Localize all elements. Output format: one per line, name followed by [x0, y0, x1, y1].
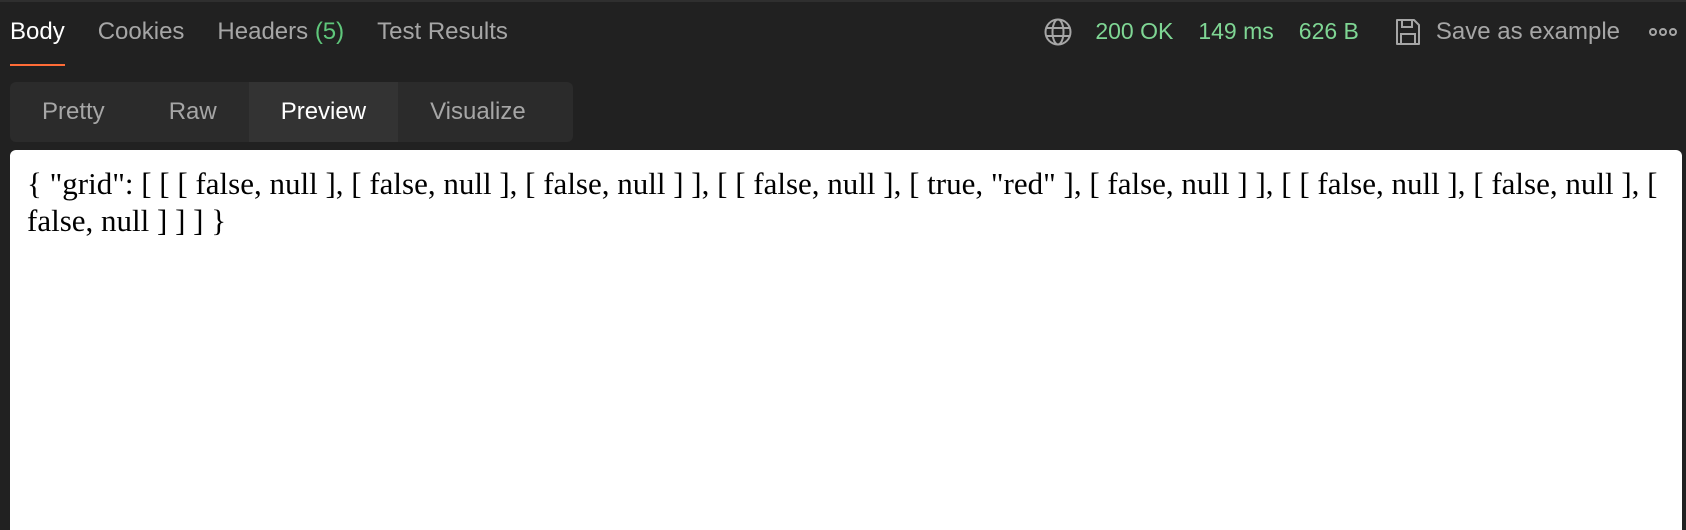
response-size[interactable]: 626 B: [1299, 18, 1359, 45]
response-time[interactable]: 149 ms: [1198, 18, 1273, 45]
tab-test-results[interactable]: Test Results: [377, 0, 508, 66]
save-icon: [1395, 19, 1420, 45]
headers-count-badge: (5): [314, 18, 345, 45]
view-mode-preview[interactable]: Preview: [248, 82, 399, 142]
response-preview-content: { "grid": [ [ [ false, null ], [ false, …: [27, 166, 1658, 238]
response-preview-pane[interactable]: { "grid": [ [ [ false, null ], [ false, …: [10, 150, 1682, 530]
tab-body-label: Body: [10, 18, 65, 45]
status-code[interactable]: 200 OK: [1095, 18, 1173, 45]
tab-cookies-label: Cookies: [97, 18, 185, 45]
tab-body[interactable]: Body: [10, 0, 65, 66]
view-mode-selector: Pretty Raw Preview Visualize: [10, 82, 573, 142]
tab-cookies[interactable]: Cookies: [98, 0, 185, 66]
tab-headers[interactable]: Headers (5): [217, 0, 344, 66]
view-mode-pretty[interactable]: Pretty: [10, 82, 137, 142]
tab-test-results-label: Test Results: [377, 18, 508, 45]
save-as-example-label: Save as example: [1435, 18, 1620, 45]
view-mode-visualize[interactable]: Visualize: [398, 82, 558, 142]
more-options-icon[interactable]: [1648, 17, 1678, 47]
response-status-bar: 200 OK 149 ms 626 B Save as example: [1043, 0, 1686, 66]
view-mode-raw[interactable]: Raw: [137, 82, 249, 142]
response-tabs: Body Cookies Headers (5) Test Results: [10, 0, 541, 66]
globe-icon[interactable]: [1043, 17, 1073, 47]
save-as-example-button[interactable]: Save as example: [1394, 18, 1620, 47]
tab-headers-label: Headers: [217, 18, 309, 45]
